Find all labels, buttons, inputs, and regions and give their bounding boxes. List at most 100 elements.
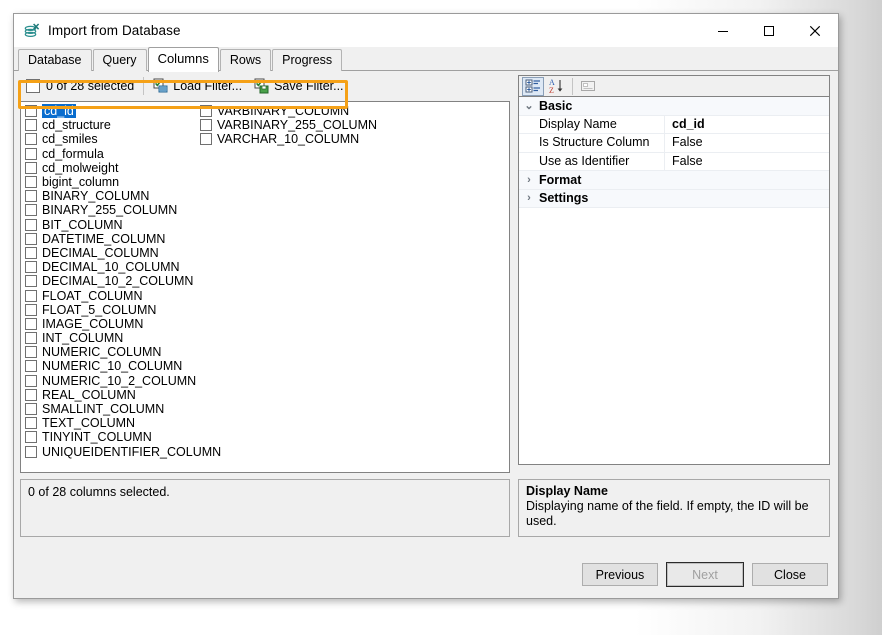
column-checkbox[interactable] bbox=[25, 261, 37, 273]
property-description-title: Display Name bbox=[526, 484, 822, 499]
column-checkbox[interactable] bbox=[25, 375, 37, 387]
column-checkbox[interactable] bbox=[25, 275, 37, 287]
column-checkbox[interactable] bbox=[25, 346, 37, 358]
column-label: cd_id bbox=[42, 104, 76, 118]
list-item[interactable]: UNIQUEIDENTIFIER_COLUMN bbox=[21, 445, 196, 459]
column-checkbox[interactable] bbox=[25, 105, 37, 117]
column-checkbox[interactable] bbox=[25, 148, 37, 160]
load-filter-label: Load Filter... bbox=[173, 79, 242, 93]
column-label: DECIMAL_10_2_COLUMN bbox=[42, 274, 193, 288]
minimize-button[interactable] bbox=[700, 14, 746, 47]
column-label: cd_molweight bbox=[42, 161, 118, 175]
categorized-view-icon bbox=[525, 78, 541, 94]
maximize-button[interactable] bbox=[746, 14, 792, 47]
property-category-basic[interactable]: ⌄ Basic bbox=[519, 97, 829, 116]
list-item[interactable]: cd_id bbox=[21, 104, 196, 118]
column-label: TEXT_COLUMN bbox=[42, 416, 135, 430]
property-grid[interactable]: ⌄ Basic Display Name cd_id Is Structure … bbox=[518, 97, 830, 465]
tab-query[interactable]: Query bbox=[93, 49, 147, 71]
alphabetical-sort-button[interactable]: A Z bbox=[545, 77, 567, 96]
selection-status-text: 0 of 28 columns selected. bbox=[21, 480, 509, 504]
list-item[interactable]: INT_COLUMN bbox=[21, 331, 196, 345]
load-filter-button[interactable]: Load Filter... bbox=[147, 76, 248, 96]
list-item[interactable]: TINYINT_COLUMN bbox=[21, 430, 196, 444]
list-item[interactable]: BINARY_255_COLUMN bbox=[21, 203, 196, 217]
list-item[interactable]: NUMERIC_COLUMN bbox=[21, 345, 196, 359]
list-item[interactable]: FLOAT_COLUMN bbox=[21, 288, 196, 302]
list-item[interactable]: FLOAT_5_COLUMN bbox=[21, 303, 196, 317]
tab-progress[interactable]: Progress bbox=[272, 49, 342, 71]
database-stack-icon bbox=[23, 22, 41, 40]
window-title: Import from Database bbox=[48, 23, 181, 38]
column-label: DECIMAL_COLUMN bbox=[42, 246, 159, 260]
column-checkbox[interactable] bbox=[25, 403, 37, 415]
list-item[interactable]: DECIMAL_COLUMN bbox=[21, 246, 196, 260]
columns-listbox[interactable]: cd_id cd_structure cd_smiles cd_formula … bbox=[20, 101, 510, 473]
list-item[interactable]: NUMERIC_10_COLUMN bbox=[21, 359, 196, 373]
column-checkbox[interactable] bbox=[25, 446, 37, 458]
list-item[interactable]: TEXT_COLUMN bbox=[21, 416, 196, 430]
property-value[interactable]: False bbox=[665, 153, 829, 171]
previous-button[interactable]: Previous bbox=[582, 563, 658, 586]
column-checkbox[interactable] bbox=[200, 133, 212, 145]
column-checkbox[interactable] bbox=[25, 176, 37, 188]
column-checkbox[interactable] bbox=[25, 332, 37, 344]
list-item[interactable]: SMALLINT_COLUMN bbox=[21, 402, 196, 416]
select-all-toggle[interactable]: 0 of 28 selected bbox=[20, 76, 140, 96]
list-item[interactable]: DECIMAL_10_COLUMN bbox=[21, 260, 196, 274]
list-item[interactable]: cd_smiles bbox=[21, 132, 196, 146]
column-checkbox[interactable] bbox=[25, 431, 37, 443]
tab-strip: Database Query Columns Rows Progress bbox=[14, 47, 838, 71]
list-item[interactable]: REAL_COLUMN bbox=[21, 388, 196, 402]
column-label: UNIQUEIDENTIFIER_COLUMN bbox=[42, 445, 221, 459]
column-checkbox[interactable] bbox=[25, 318, 37, 330]
column-checkbox[interactable] bbox=[25, 162, 37, 174]
property-category-settings[interactable]: › Settings bbox=[519, 190, 829, 209]
list-item[interactable]: IMAGE_COLUMN bbox=[21, 317, 196, 331]
list-item[interactable]: BIT_COLUMN bbox=[21, 218, 196, 232]
list-item[interactable]: cd_formula bbox=[21, 147, 196, 161]
property-row-is-structure-column[interactable]: Is Structure Column False bbox=[519, 134, 829, 153]
list-item[interactable]: BINARY_COLUMN bbox=[21, 189, 196, 203]
column-checkbox[interactable] bbox=[25, 190, 37, 202]
close-button-footer[interactable]: Close bbox=[752, 563, 828, 586]
column-checkbox[interactable] bbox=[25, 233, 37, 245]
column-checkbox[interactable] bbox=[25, 290, 37, 302]
list-item[interactable]: bigint_column bbox=[21, 175, 196, 189]
column-checkbox[interactable] bbox=[25, 204, 37, 216]
list-item[interactable]: VARBINARY_COLUMN bbox=[196, 104, 371, 118]
tab-columns[interactable]: Columns bbox=[148, 47, 219, 72]
property-row-display-name[interactable]: Display Name cd_id bbox=[519, 116, 829, 135]
tab-database[interactable]: Database bbox=[18, 49, 92, 71]
column-checkbox[interactable] bbox=[200, 119, 212, 131]
property-grid-toolbar: A Z bbox=[518, 75, 830, 97]
property-category-format[interactable]: › Format bbox=[519, 171, 829, 190]
list-item[interactable]: NUMERIC_10_2_COLUMN bbox=[21, 374, 196, 388]
column-checkbox[interactable] bbox=[25, 119, 37, 131]
select-all-checkbox[interactable] bbox=[26, 79, 40, 93]
property-value[interactable]: False bbox=[665, 134, 829, 152]
property-row-use-as-identifier[interactable]: Use as Identifier False bbox=[519, 153, 829, 172]
tab-rows[interactable]: Rows bbox=[220, 49, 271, 71]
column-checkbox[interactable] bbox=[25, 389, 37, 401]
list-item[interactable]: cd_molweight bbox=[21, 161, 196, 175]
property-value[interactable]: cd_id bbox=[665, 116, 829, 134]
column-label: TINYINT_COLUMN bbox=[42, 430, 152, 444]
list-item[interactable]: VARBINARY_255_COLUMN bbox=[196, 118, 371, 132]
column-checkbox[interactable] bbox=[25, 247, 37, 259]
list-item[interactable]: cd_structure bbox=[21, 118, 196, 132]
property-pages-button[interactable] bbox=[577, 77, 599, 96]
list-item[interactable]: DECIMAL_10_2_COLUMN bbox=[21, 274, 196, 288]
column-checkbox[interactable] bbox=[25, 219, 37, 231]
list-item[interactable]: VARCHAR_10_COLUMN bbox=[196, 132, 371, 146]
column-checkbox[interactable] bbox=[25, 360, 37, 372]
column-label: NUMERIC_10_2_COLUMN bbox=[42, 374, 196, 388]
column-checkbox[interactable] bbox=[25, 417, 37, 429]
column-checkbox[interactable] bbox=[25, 133, 37, 145]
save-filter-button[interactable]: Save Filter... bbox=[248, 76, 349, 96]
list-item[interactable]: DATETIME_COLUMN bbox=[21, 232, 196, 246]
close-button[interactable] bbox=[792, 14, 838, 47]
categorized-view-button[interactable] bbox=[522, 77, 544, 96]
column-checkbox[interactable] bbox=[25, 304, 37, 316]
column-checkbox[interactable] bbox=[200, 105, 212, 117]
